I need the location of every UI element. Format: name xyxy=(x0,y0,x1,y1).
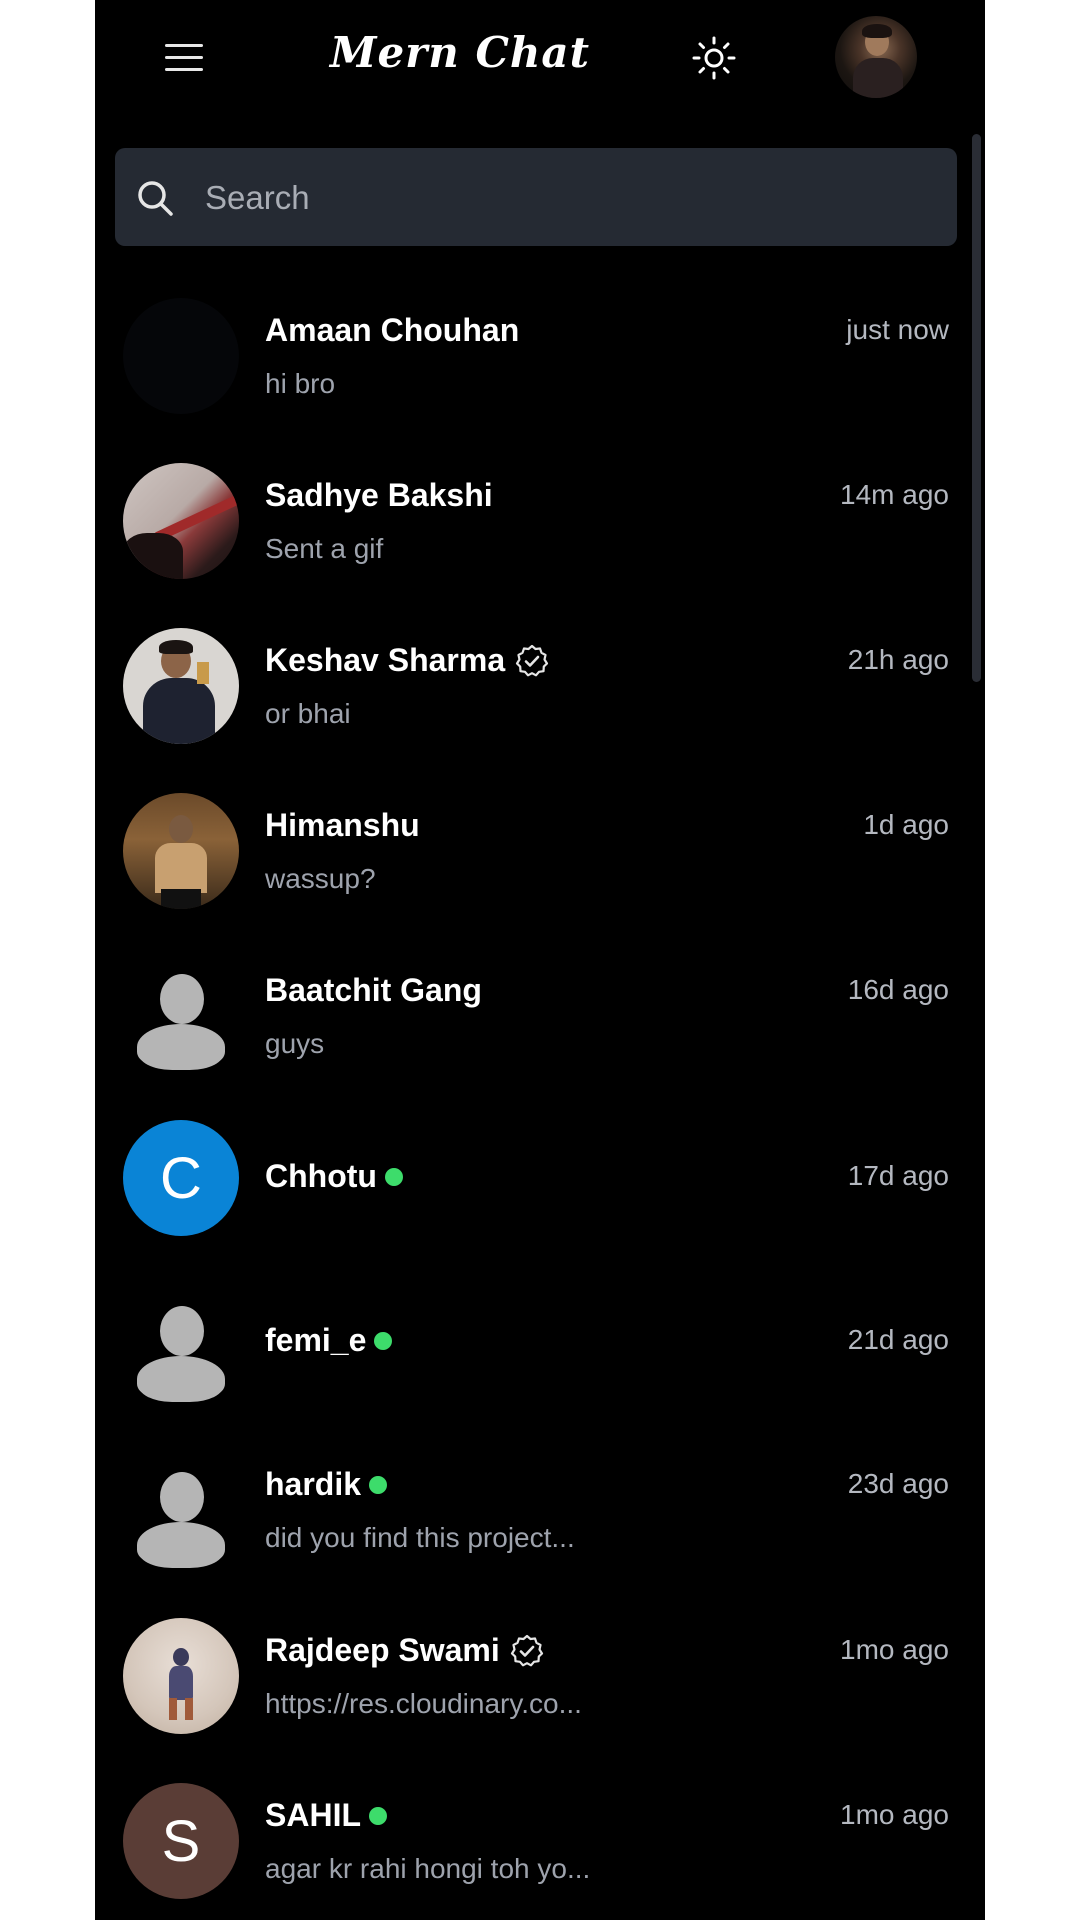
online-indicator xyxy=(384,1167,403,1186)
avatar: S xyxy=(123,1783,239,1899)
search-icon xyxy=(138,181,173,216)
avatar xyxy=(123,628,239,744)
chat-item-sahil[interactable]: S SAHIL agar kr rahi hongi toh yo... 1mo… xyxy=(95,1775,985,1920)
default-avatar-icon xyxy=(123,960,239,1076)
chat-time: 21d ago xyxy=(847,1324,949,1355)
chat-name: Amaan Chouhan xyxy=(265,312,520,348)
chat-time: 1mo ago xyxy=(840,1799,949,1830)
sun-icon[interactable] xyxy=(690,34,738,82)
chat-name-text: SAHIL xyxy=(265,1797,361,1833)
chat-time: 1mo ago xyxy=(840,1634,949,1665)
top-bar: Mern Chat xyxy=(95,0,985,116)
chat-last-message: https://res.cloudinary.co... xyxy=(265,1688,582,1719)
chat-name-text: Chhotu xyxy=(265,1158,377,1194)
chat-last-message: Sent a gif xyxy=(265,533,384,564)
chat-name: Sadhye Bakshi xyxy=(265,477,493,513)
chat-name-text: femi_e xyxy=(265,1322,367,1358)
chat-item-himanshu[interactable]: Himanshu wassup? 1d ago xyxy=(95,785,985,935)
chat-last-message: did you find this project... xyxy=(265,1522,575,1553)
avatar: C xyxy=(123,1120,239,1236)
chat-app: Mern Chat Amaan Chouhan h xyxy=(95,0,985,1920)
chat-item-sadhye-bakshi[interactable]: Sadhye Bakshi Sent a gif 14m ago xyxy=(95,455,985,605)
online-indicator xyxy=(369,1475,388,1494)
chat-time: 14m ago xyxy=(840,479,949,510)
online-indicator xyxy=(374,1331,393,1350)
chat-name: Baatchit Gang xyxy=(265,972,482,1008)
chat-item-keshav-sharma[interactable]: Keshav Sharma or bhai 21h ago xyxy=(95,620,985,770)
user-avatar[interactable] xyxy=(835,16,917,98)
chat-name: femi_e xyxy=(265,1322,393,1359)
chat-name: SAHIL xyxy=(265,1797,387,1834)
chat-item-hardik[interactable]: hardik did you find this project... 23d … xyxy=(95,1466,985,1616)
chat-last-message: wassup? xyxy=(265,863,376,894)
online-indicator xyxy=(369,1806,387,1825)
chat-last-message: agar kr rahi hongi toh yo... xyxy=(265,1853,591,1884)
default-avatar-icon xyxy=(123,1292,239,1408)
chat-name: Rajdeep Swami xyxy=(265,1632,544,1669)
chat-time: 23d ago xyxy=(847,1468,949,1499)
chat-last-message: or bhai xyxy=(265,698,351,729)
chat-name-text: hardik xyxy=(265,1466,362,1502)
chat-time: 16d ago xyxy=(847,974,949,1005)
avatar xyxy=(123,298,239,414)
search-bar[interactable] xyxy=(115,148,957,246)
chat-time: 21h ago xyxy=(847,644,949,675)
avatar xyxy=(123,463,239,579)
verified-badge-icon xyxy=(516,644,549,676)
chat-name: Chhotu xyxy=(265,1158,403,1195)
chat-name-text: Keshav Sharma xyxy=(265,642,506,678)
chat-item-femi-e[interactable]: femi_e 21d ago xyxy=(95,1290,985,1440)
chat-name: Keshav Sharma xyxy=(265,642,549,679)
chat-time: just now xyxy=(846,314,949,345)
chat-name-text: Rajdeep Swami xyxy=(265,1632,500,1668)
avatar xyxy=(123,1618,239,1734)
chat-time: 1d ago xyxy=(863,809,949,840)
avatar xyxy=(123,793,239,909)
chat-last-message: hi bro xyxy=(265,368,336,399)
chat-name: hardik xyxy=(265,1466,388,1503)
chat-name: Himanshu xyxy=(265,807,420,843)
chat-time: 17d ago xyxy=(847,1160,949,1191)
chat-item-amaan-chouhan[interactable]: Amaan Chouhan hi bro just now xyxy=(95,290,985,440)
search-input[interactable] xyxy=(203,170,927,226)
chat-item-baatchit-gang[interactable]: Baatchit Gang guys 16d ago xyxy=(95,950,985,1100)
default-avatar-icon xyxy=(123,1458,239,1574)
chat-last-message: guys xyxy=(265,1028,325,1059)
verified-badge-icon xyxy=(510,1634,543,1666)
chat-item-rajdeep-swami[interactable]: Rajdeep Swami https://res.cloudinary.co.… xyxy=(95,1610,985,1760)
chat-item-chhotu[interactable]: C Chhotu 17d ago xyxy=(95,1120,985,1270)
